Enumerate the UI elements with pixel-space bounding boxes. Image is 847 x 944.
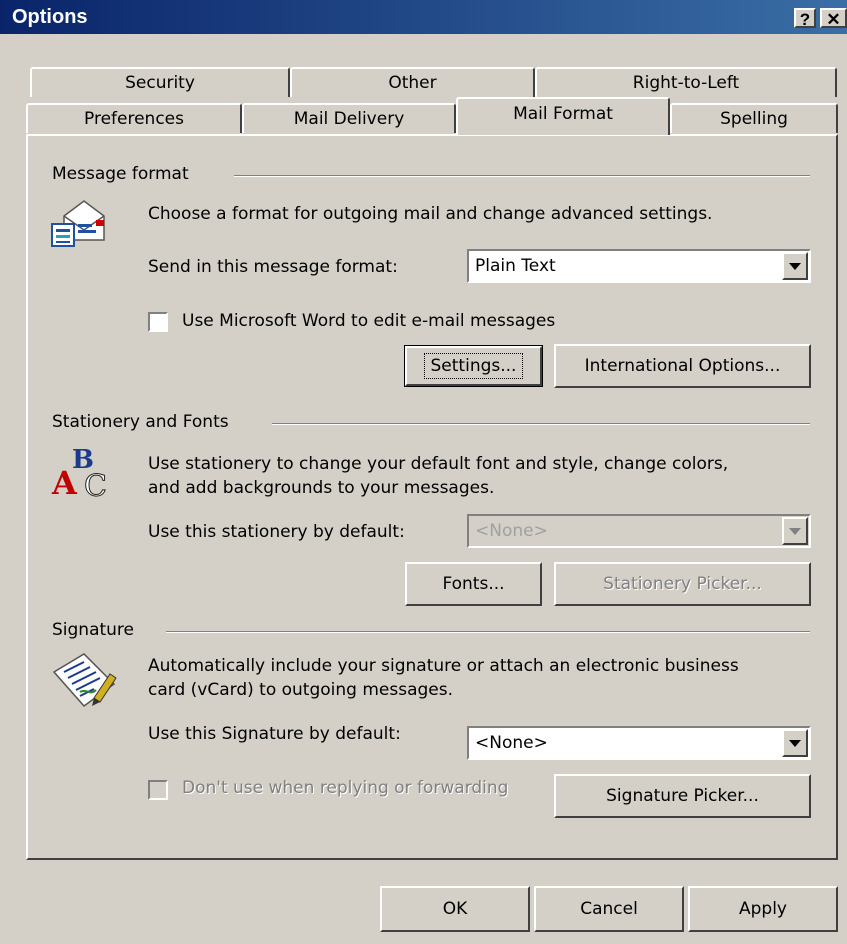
stationery-picker-button[interactable]: Stationery Picker... <box>554 562 811 606</box>
help-button[interactable]: ? <box>794 8 816 29</box>
signature-picker-button[interactable]: Signature Picker... <box>554 774 811 818</box>
svg-text:C: C <box>84 469 107 500</box>
chevron-down-icon <box>789 739 801 747</box>
ok-button[interactable]: OK <box>380 886 530 932</box>
tab-spelling[interactable]: Spelling <box>670 103 838 133</box>
close-button[interactable]: ✕ <box>820 8 847 29</box>
stationery-default-value: <None> <box>475 521 548 541</box>
message-format-section-label: Message format <box>52 164 199 184</box>
dont-use-reply-checkbox[interactable] <box>148 780 168 800</box>
apply-button[interactable]: Apply <box>688 886 838 932</box>
tab-preferences[interactable]: Preferences <box>26 103 242 133</box>
use-word-label: Use Microsoft Word to edit e-mail messag… <box>182 311 556 331</box>
international-options-button[interactable]: International Options... <box>554 344 811 388</box>
send-format-value: Plain Text <box>475 256 556 276</box>
signature-dropdown-arrow[interactable] <box>782 729 808 757</box>
signature-section-label: Signature <box>52 620 145 640</box>
tab-mail-delivery[interactable]: Mail Delivery <box>242 103 456 133</box>
svg-text:A: A <box>51 464 78 500</box>
signature-default-label: Use this Signature by default: <box>148 724 401 744</box>
cancel-button[interactable]: Cancel <box>534 886 684 932</box>
signature-icon <box>52 653 117 708</box>
send-format-label: Send in this message format: <box>148 257 398 277</box>
signature-description-line2: card (vCard) to outgoing messages. <box>148 680 454 700</box>
stationery-description-line1: Use stationery to change your default fo… <box>148 454 729 474</box>
chevron-down-icon <box>789 527 801 535</box>
stationery-dropdown-arrow[interactable] <box>782 517 808 545</box>
tab-security[interactable]: Security <box>30 67 290 97</box>
send-format-select[interactable]: Plain Text <box>467 249 811 283</box>
tab-other[interactable]: Other <box>290 67 535 97</box>
tab-mail-format[interactable]: Mail Format <box>456 97 670 135</box>
message-format-description: Choose a format for outgoing mail and ch… <box>148 204 713 224</box>
use-word-checkbox[interactable] <box>148 312 168 332</box>
settings-button[interactable]: Settings... <box>404 345 543 387</box>
message-format-divider <box>234 175 810 177</box>
settings-button-label: Settings... <box>423 353 524 379</box>
stationery-divider <box>272 423 810 425</box>
stationery-default-label: Use this stationery by default: <box>148 522 405 542</box>
window-title: Options <box>12 6 88 28</box>
signature-divider <box>166 631 810 633</box>
tab-right-to-left[interactable]: Right-to-Left <box>535 67 837 97</box>
signature-default-value: <None> <box>475 733 548 753</box>
signature-description-line1: Automatically include your signature or … <box>148 656 739 676</box>
dont-use-reply-label: Don't use when replying or forwarding <box>182 778 509 798</box>
chevron-down-icon <box>789 262 801 270</box>
send-format-dropdown-arrow[interactable] <box>782 252 808 280</box>
stationery-fonts-icon: B A C <box>51 445 107 500</box>
stationery-default-select[interactable]: <None> <box>467 514 811 548</box>
envelope-format-icon <box>51 200 105 247</box>
signature-default-select[interactable]: <None> <box>467 726 811 760</box>
stationery-section-label: Stationery and Fonts <box>52 412 239 432</box>
stationery-description-line2: and add backgrounds to your messages. <box>148 478 495 498</box>
title-bar: Options ? ✕ <box>0 0 847 34</box>
fonts-button[interactable]: Fonts... <box>405 562 542 606</box>
